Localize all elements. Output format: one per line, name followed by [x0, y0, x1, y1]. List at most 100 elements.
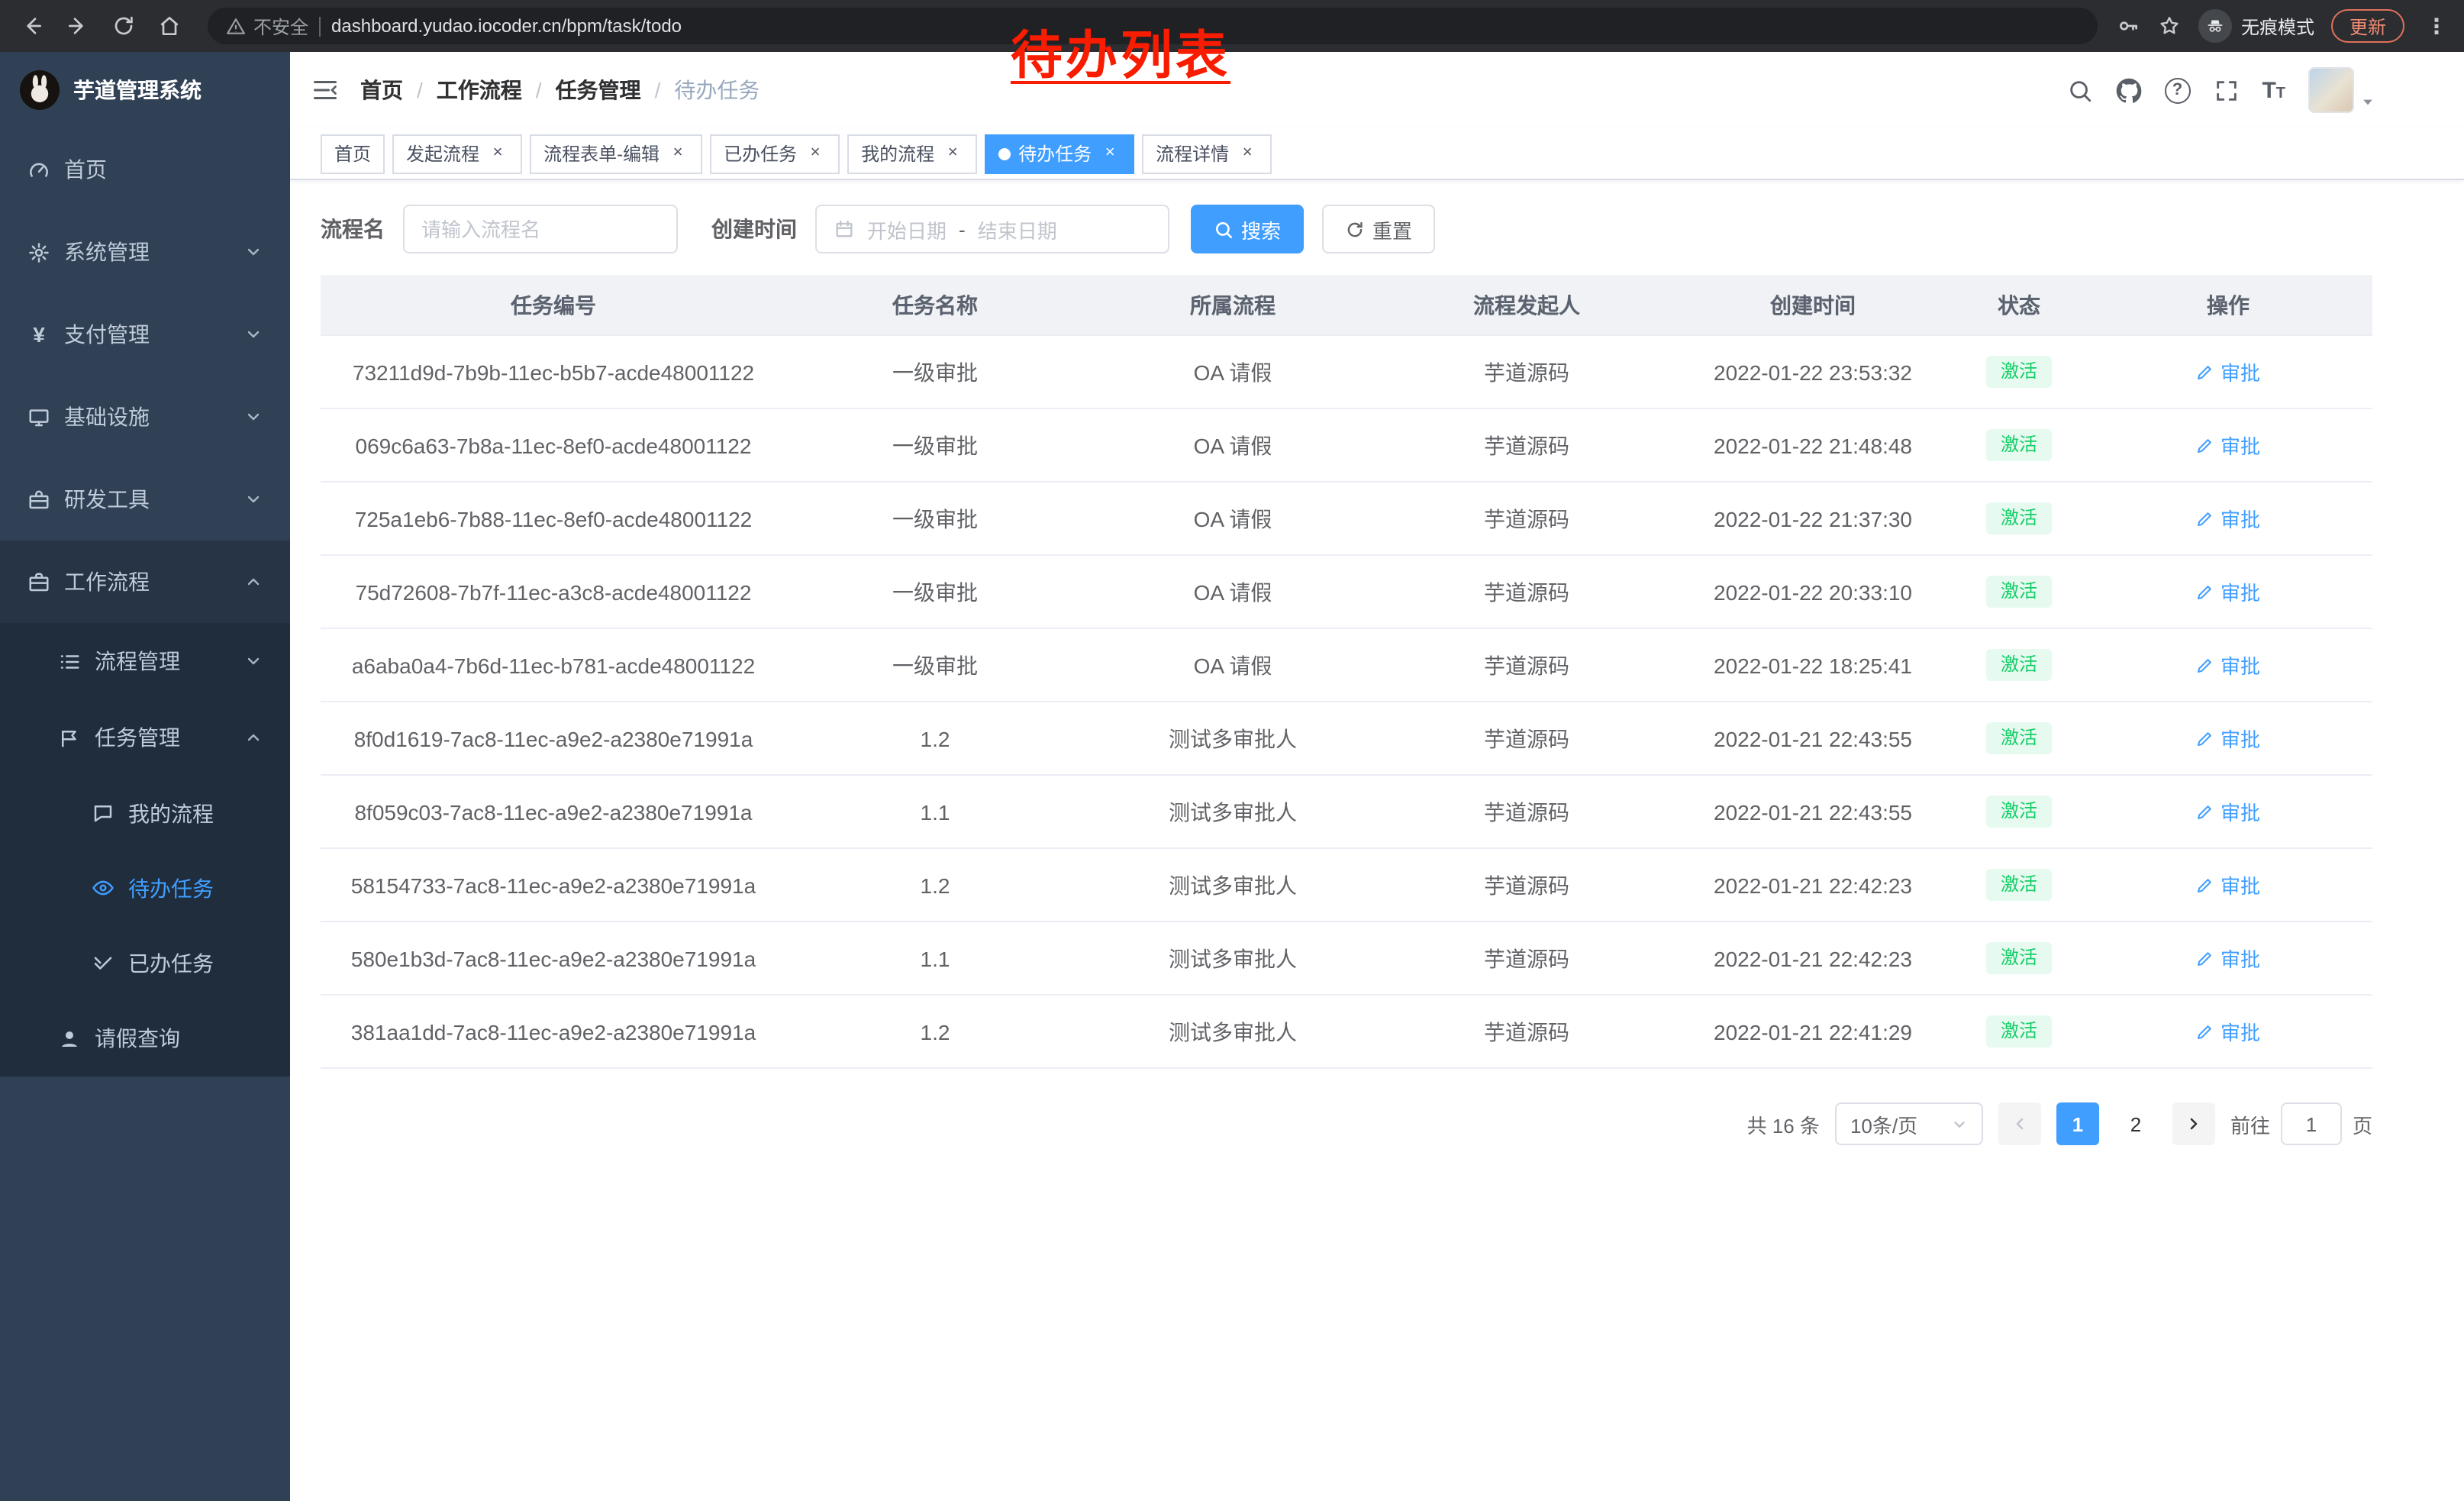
font-size-icon[interactable]: TT	[2262, 79, 2285, 102]
reload-icon	[111, 14, 136, 38]
reload-button[interactable]	[104, 6, 144, 46]
col-task-id: 任务编号	[321, 289, 786, 320]
approve-link[interactable]: 审批	[2196, 650, 2260, 679]
approve-link[interactable]: 审批	[2196, 870, 2260, 899]
bookmark-star-icon[interactable]	[2157, 14, 2182, 38]
close-icon[interactable]: ×	[667, 143, 689, 164]
sidebar-collapse-button[interactable]	[311, 76, 339, 104]
sidebar-item-system-mgmt[interactable]: 系统管理	[0, 211, 290, 293]
sidebar-item-task-mgmt[interactable]: 任务管理	[0, 699, 290, 776]
process-name-label: 流程名	[321, 214, 385, 244]
chevron-down-icon	[244, 243, 263, 261]
process-name-input[interactable]	[421, 218, 660, 240]
create-time-label: 创建时间	[711, 214, 797, 244]
avatar[interactable]	[2308, 67, 2354, 113]
cell-process: 测试多审批人	[1084, 796, 1382, 827]
sidebar-item-todo-task[interactable]: 待办任务	[0, 851, 290, 925]
update-button[interactable]: 更新	[2331, 9, 2404, 43]
approve-link[interactable]: 审批	[2196, 1017, 2260, 1046]
close-icon[interactable]: ×	[1099, 143, 1121, 164]
cell-initiator: 芋道源码	[1382, 723, 1672, 754]
process-name-field[interactable]	[403, 205, 678, 253]
close-icon[interactable]: ×	[942, 143, 963, 164]
edit-icon	[2196, 802, 2214, 821]
sidebar-item-workflow[interactable]: 工作流程	[0, 541, 290, 623]
close-icon[interactable]: ×	[1237, 143, 1258, 164]
date-range-picker[interactable]: 开始日期 - 结束日期	[815, 205, 1169, 253]
breadcrumb-item[interactable]: 工作流程 /	[437, 75, 556, 105]
sidebar-item-process-mgmt[interactable]: 流程管理	[0, 623, 290, 699]
refresh-icon	[1345, 219, 1365, 239]
approve-link[interactable]: 审批	[2196, 431, 2260, 460]
pagination: 共 16 条 10条/页 1 2	[321, 1102, 2372, 1145]
page-size-select[interactable]: 10条/页	[1835, 1102, 1983, 1145]
chat-icon	[92, 802, 114, 825]
close-icon[interactable]: ×	[805, 143, 826, 164]
edit-icon	[2196, 1022, 2214, 1041]
github-icon[interactable]	[2115, 77, 2141, 103]
prev-page-button[interactable]	[1998, 1102, 2041, 1145]
fullscreen-icon[interactable]	[2213, 77, 2239, 103]
approve-link[interactable]: 审批	[2196, 944, 2260, 973]
forward-button[interactable]	[58, 6, 98, 46]
close-icon[interactable]: ×	[487, 143, 508, 164]
approve-link[interactable]: 审批	[2196, 357, 2260, 386]
reset-button[interactable]: 重置	[1322, 205, 1435, 253]
sidebar-item-leave-query[interactable]: 请假查询	[0, 1000, 290, 1077]
tab[interactable]: 已办任务 ×	[710, 134, 840, 173]
approve-link[interactable]: 审批	[2196, 797, 2260, 826]
kebab-menu-icon[interactable]: ⋮	[2421, 13, 2452, 39]
search-button[interactable]: 搜索	[1191, 205, 1304, 253]
goto-label: 前往	[2230, 1109, 2270, 1138]
col-task-name: 任务名称	[786, 289, 1084, 320]
cell-process: OA 请假	[1084, 650, 1382, 680]
warning-icon	[226, 16, 246, 36]
status-badge: 激活	[1987, 1015, 2051, 1047]
monitor-icon	[27, 405, 50, 428]
approve-link[interactable]: 审批	[2196, 577, 2260, 606]
key-icon[interactable]	[2116, 14, 2140, 38]
sidebar-item-done-task[interactable]: 已办任务	[0, 925, 290, 1000]
tab[interactable]: 首页 ×	[321, 134, 385, 173]
cell-process: OA 请假	[1084, 357, 1382, 387]
tab[interactable]: 流程详情 ×	[1142, 134, 1272, 173]
sidebar-item-infrastructure[interactable]: 基础设施	[0, 376, 290, 458]
chevron-left-icon	[2011, 1115, 2029, 1133]
goto-page-input[interactable]	[2281, 1102, 2342, 1145]
page-number-button[interactable]: 2	[2114, 1102, 2157, 1145]
breadcrumb-item[interactable]: 任务管理 /	[556, 75, 675, 105]
sidebar-item-dev-tools[interactable]: 研发工具	[0, 458, 290, 541]
content: 流程名 创建时间 开始日期 - 结束日期 搜索	[290, 180, 2464, 1145]
approve-link[interactable]: 审批	[2196, 724, 2260, 753]
tab[interactable]: 发起流程 ×	[392, 134, 522, 173]
col-process: 所属流程	[1084, 289, 1382, 320]
status-badge: 激活	[1987, 428, 2051, 461]
cell-task-name: 1.1	[786, 799, 1084, 824]
tab[interactable]: 我的流程 ×	[847, 134, 977, 173]
sidebar-item-payment-mgmt[interactable]: ¥ 支付管理	[0, 293, 290, 376]
search-icon[interactable]	[2066, 77, 2092, 103]
status-badge: 激活	[1987, 355, 2051, 388]
cell-task-name: 一级审批	[786, 576, 1084, 607]
cell-task-id: 069c6a63-7b8a-11ec-8ef0-acde48001122	[321, 433, 786, 457]
end-date-placeholder: 结束日期	[978, 215, 1057, 244]
date-range-separator: -	[959, 218, 966, 240]
breadcrumb-item[interactable]: 首页 /	[360, 75, 437, 105]
next-page-button[interactable]	[2172, 1102, 2215, 1145]
cell-task-id: 725a1eb6-7b88-11ec-8ef0-acde48001122	[321, 506, 786, 531]
tab[interactable]: 流程表单-编辑 ×	[530, 134, 702, 173]
page-number-button[interactable]: 1	[2056, 1102, 2099, 1145]
back-button[interactable]	[12, 6, 52, 46]
security-indicator[interactable]: 不安全	[226, 13, 308, 39]
sidebar-item-my-process[interactable]: 我的流程	[0, 776, 290, 851]
sidebar-item-home[interactable]: 首页	[0, 128, 290, 211]
edit-icon	[2196, 729, 2214, 747]
sidebar: 芋道管理系统 首页 系统管理 ¥ 支付管理 基础设施	[0, 52, 290, 1501]
help-icon[interactable]: ?	[2164, 77, 2190, 103]
home-button[interactable]	[150, 6, 189, 46]
main-area: 首页 / 工作流程 / 任务管理 /	[290, 52, 2464, 1501]
breadcrumb-item[interactable]: 待办任务 /	[674, 75, 760, 105]
approve-link[interactable]: 审批	[2196, 504, 2260, 533]
user-menu[interactable]	[2308, 67, 2375, 113]
tab[interactable]: 待办任务 ×	[985, 134, 1134, 173]
